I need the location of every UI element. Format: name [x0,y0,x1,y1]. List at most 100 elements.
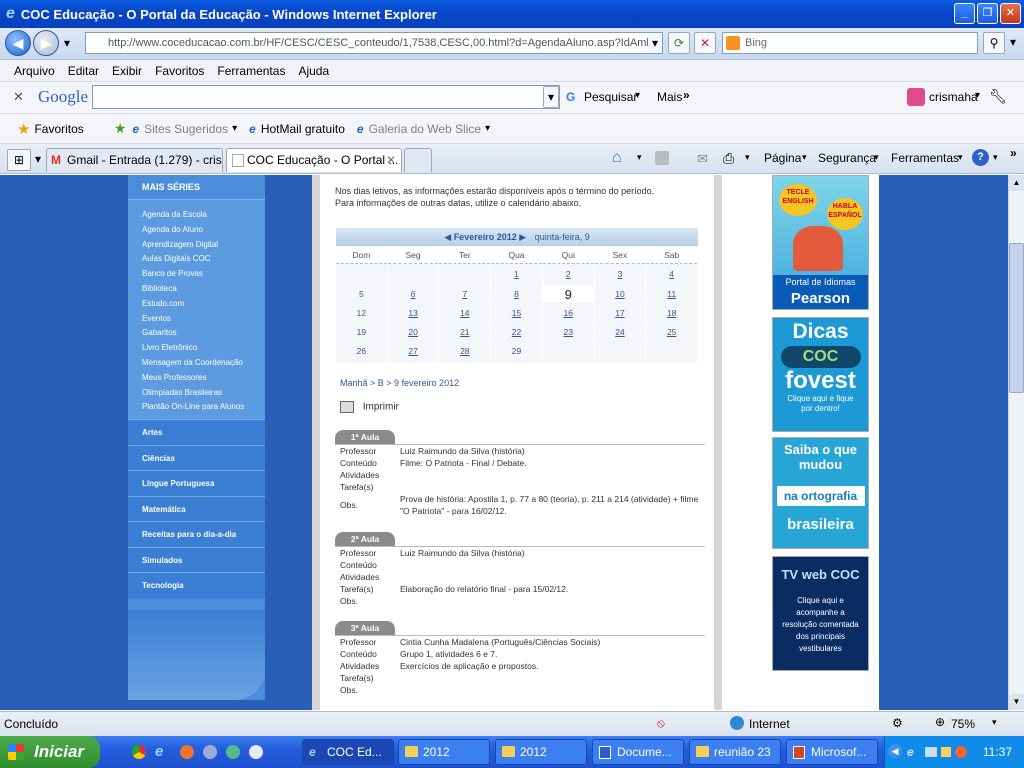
add-favorite-icon[interactable]: ★ [114,120,127,137]
messenger-icon[interactable] [203,745,217,759]
ad-idiomas-pearson[interactable]: TECLE ENGLISH HABLA ESPAÑOL Portal de Id… [772,175,869,310]
menu-arquivo[interactable]: Arquivo [14,64,55,78]
calendar-day[interactable]: 3 [594,265,646,284]
menu-ferramentas[interactable]: Ferramentas [217,64,285,78]
calendar-day[interactable]: 2 [542,265,594,284]
zoom-dropdown-icon[interactable]: ▾ [992,717,997,728]
breadcrumb[interactable]: Manhã > B > 9 fevereiro 2012 [340,378,459,388]
tray-collapse-icon[interactable]: ◀ [888,744,902,758]
chrome-icon[interactable] [132,745,146,759]
vertical-scrollbar[interactable]: ▲ ▼ [1008,175,1024,710]
next-month-icon[interactable]: ▶ [519,232,526,242]
scroll-up-arrow[interactable]: ▲ [1009,175,1024,191]
sidebar-item-eventos[interactable]: Eventos [128,312,265,327]
calendar-day-selected[interactable]: 9 [542,284,594,303]
zoom-level[interactable]: 75% [951,717,975,731]
sites-sugeridos-link[interactable]: Sites Sugeridos [144,122,228,136]
task-document[interactable]: Docume... [592,739,684,765]
print-icon[interactable]: ⎙ [723,150,734,167]
prev-month-icon[interactable]: ◀ [444,232,451,242]
calendar-day[interactable]: 8 [491,284,542,303]
home-icon[interactable]: ⌂ [612,149,622,167]
refresh-icon[interactable]: ⟳ [668,32,690,54]
sidebar-cat-ciencias[interactable]: Ciências [128,444,265,471]
calendar-day[interactable]: 4 [646,265,698,284]
double-chevron-icon[interactable]: » [683,88,690,102]
mais-button[interactable]: Mais [657,90,682,104]
network-icon[interactable] [226,745,240,759]
address-input[interactable]: http://www.coceducacao.com.br/HF/CESC/CE… [85,32,663,54]
tray-update-icon[interactable] [955,746,967,758]
close-toolbar-icon[interactable]: ✕ [13,89,24,105]
calendar-day[interactable]: 28 [439,342,491,361]
sidebar-cat-lingua[interactable]: Língue Portuguesa [128,470,265,496]
user-name[interactable]: crismaha [929,90,978,104]
restore-button[interactable]: ❐ [977,3,998,24]
pagina-dropdown-icon[interactable]: ▾ [802,152,807,163]
galeria-dropdown-icon[interactable]: ▾ [485,123,490,134]
sidebar-item-estudo[interactable]: Estudo.com [128,297,265,312]
tray-ie-icon[interactable]: e [907,736,914,768]
rss-feed-icon[interactable] [655,151,669,165]
back-button[interactable]: ◀ [5,30,31,56]
ad-ortografia[interactable]: Saiba o que mudou na ortografia brasilei… [772,437,869,549]
tab-coc[interactable]: COC Educação - O Portal ... ✕ [226,148,402,172]
ad-dicas-fovest[interactable]: Dicas COC fovest Clique aqui e fique por… [772,317,869,432]
calendar-day[interactable]: 10 [594,284,646,303]
history-dropdown[interactable]: ▾ [60,33,74,55]
seguranca-dropdown-icon[interactable]: ▾ [874,152,879,163]
tab-gmail[interactable]: M Gmail - Entrada (1.279) - cris... [46,148,223,172]
calendar-day[interactable]: 21 [439,323,491,342]
menu-exibir[interactable]: Exibir [112,64,142,78]
sidebar-cat-simulados[interactable]: Simulados [128,546,265,573]
calendar-day[interactable]: 24 [594,323,646,342]
calendar-day[interactable]: 16 [542,303,594,323]
calendar-day[interactable]: 20 [387,323,439,342]
sidebar-item-agenda-escola[interactable]: Agenda da Escola [128,208,265,223]
ad-tv-web-coc[interactable]: TV web COC Clique aqui e acompanhe a res… [772,556,869,671]
sidebar-cat-tecnologia[interactable]: Tecnologia [128,572,265,598]
scroll-thumb[interactable] [1009,243,1024,393]
calendar-day[interactable]: 13 [387,303,439,323]
calendar-day[interactable]: 14 [439,303,491,323]
task-folder-2012-b[interactable]: 2012 [495,739,587,765]
calendar-day[interactable]: 15 [491,303,542,323]
clock[interactable]: 11:37 [983,745,1012,759]
ferramentas-dropdown-icon[interactable]: ▾ [958,152,963,163]
stop-icon[interactable]: ✕ [694,32,716,54]
user-dropdown-icon[interactable]: ▾ [975,90,980,101]
sidebar-item-aulas-digitais[interactable]: Aulas Digitais COC [128,252,265,267]
print-link[interactable]: Imprimir [340,401,399,413]
seguranca-menu[interactable]: Segurança [818,151,876,165]
ferramentas-menu[interactable]: Ferramentas [891,151,959,165]
search-options-dropdown[interactable]: ▾ [1006,32,1020,54]
calendar-day[interactable]: 23 [542,323,594,342]
task-folder-2012-a[interactable]: 2012 [398,739,490,765]
sidebar-item-aprendizagem[interactable]: Aprendizagem Digital [128,238,265,253]
google-search-input[interactable] [92,85,560,109]
tray-volume-icon[interactable] [941,747,951,757]
avatar[interactable] [907,88,925,106]
hotmail-link[interactable]: HotMail gratuito [261,122,345,136]
calendar-day[interactable]: 18 [646,303,698,323]
sidebar-cat-receitas[interactable]: Receitas para o dia-a-dia [128,521,265,547]
calendar-day[interactable]: 27 [387,342,439,361]
protected-mode-icon[interactable]: ⚙︎ [892,716,903,730]
sidebar-item-agenda-aluno[interactable]: Agenda do Aluno [128,223,265,238]
google-search-dropdown[interactable]: ▾ [543,86,559,108]
sidebar-item-plantao[interactable]: Plantão On-Line para Alunos [128,400,265,415]
minimize-button[interactable]: _ [954,3,975,24]
sidebar-item-biblioteca[interactable]: Biblioteca [128,282,265,297]
tab-list-dropdown[interactable]: ▾ [32,149,44,171]
wrench-icon[interactable]: 🔧︎ [989,88,1007,105]
sidebar-item-mensagem[interactable]: Mensagem da Coordenação [128,356,265,371]
chevron-more-icon[interactable]: » [1010,146,1017,160]
url-dropdown[interactable]: ▾ [648,33,662,53]
home-dropdown-icon[interactable]: ▾ [637,152,642,163]
sidebar-item-livro[interactable]: Livro Eletrônico [128,341,265,356]
scroll-down-arrow[interactable]: ▼ [1009,694,1024,710]
task-microsoft[interactable]: Microsof... [786,739,878,765]
task-reuniao[interactable]: reunião 23 [689,739,781,765]
zoom-icon[interactable]: ⊕ [935,715,945,729]
quick-tabs-icon[interactable]: ⊞ [7,149,31,171]
